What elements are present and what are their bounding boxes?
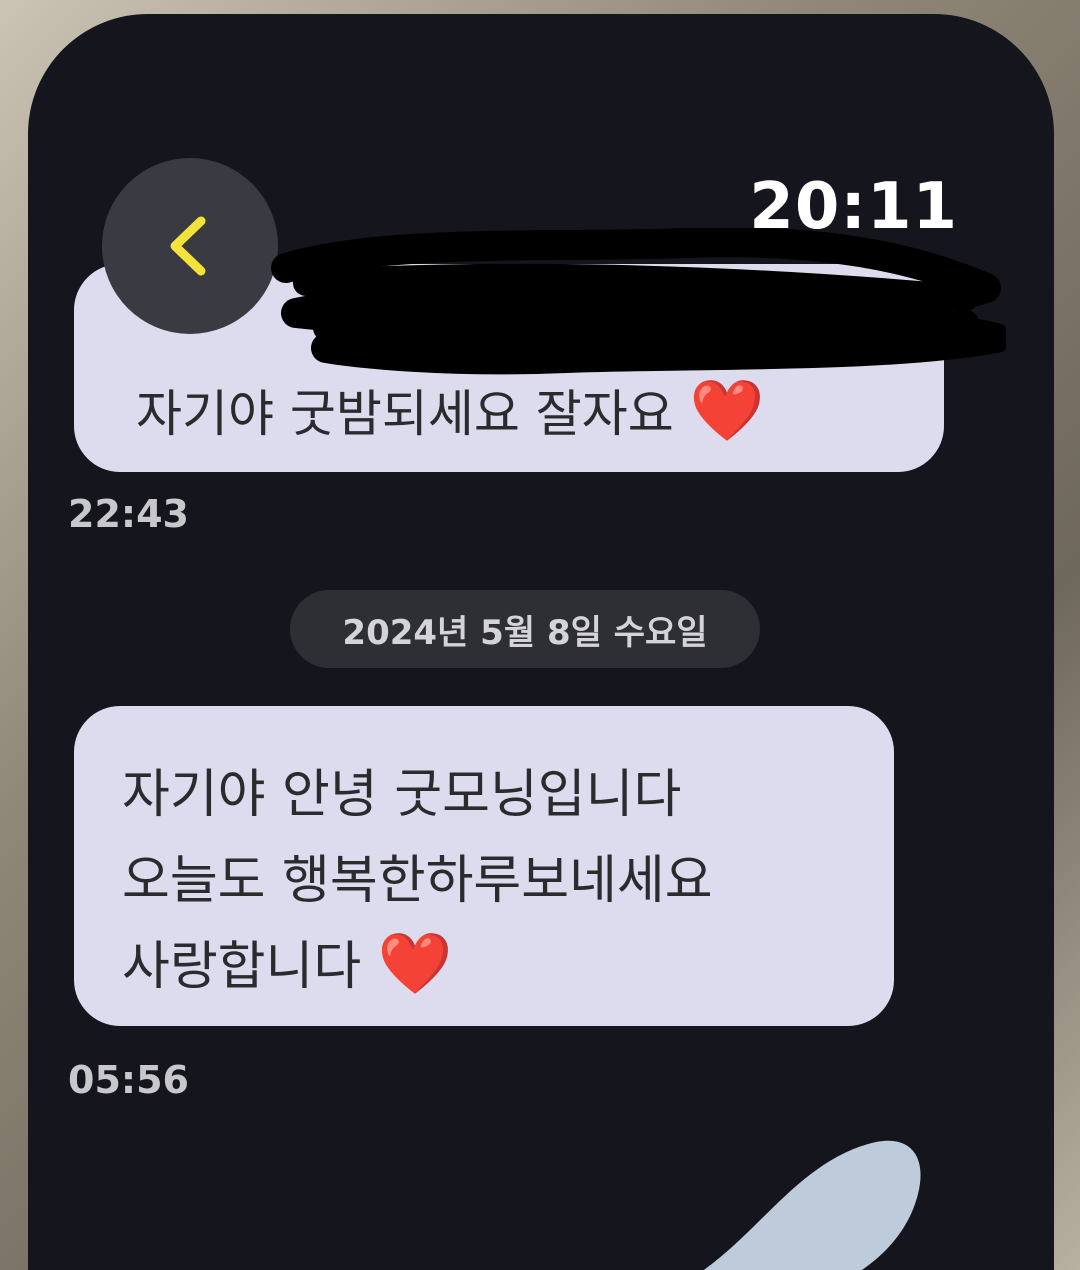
message-time: 22:43 — [68, 492, 189, 536]
message-bubble[interactable]: 자기야 안녕 굿모닝입니다 오늘도 행복한하루보네세요 사랑합니다 ❤️ — [74, 706, 894, 1026]
back-button[interactable] — [102, 158, 278, 334]
message-text-line: 자기야 안녕 굿모닝입니다 — [122, 765, 682, 825]
chevron-left-icon — [170, 216, 206, 276]
message-text-line: 오늘도 행복한하루보네세요 — [122, 851, 713, 911]
screen-glare — [703, 1140, 921, 1270]
redaction-scribble — [271, 228, 1006, 375]
date-separator: 2024년 5월 8일 수요일 — [290, 590, 760, 668]
watch-screen: 20:11 자기야 굿밤되세요 잘자요 ❤️ 22:43 2024년 5월 8일… — [28, 14, 1054, 1270]
heart-emoji: ❤️ — [377, 929, 453, 999]
message-text-line: 사랑합니다 ❤️ — [122, 929, 453, 999]
message-time: 05:56 — [68, 1058, 189, 1102]
heart-emoji: ❤️ — [689, 376, 765, 446]
message-text: 자기야 굿밤되세요 잘자요 ❤️ — [136, 376, 765, 446]
